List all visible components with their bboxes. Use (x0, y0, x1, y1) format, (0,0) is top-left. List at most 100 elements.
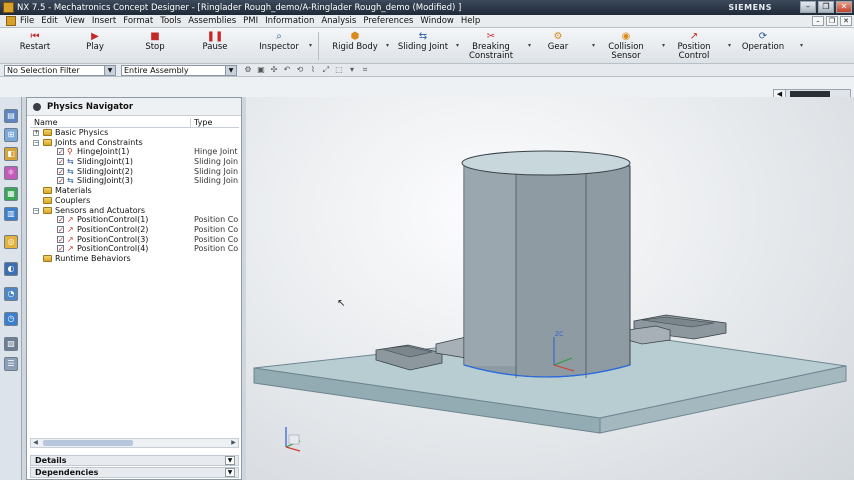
visibility-checkbox[interactable]: ✓ (57, 216, 64, 224)
restore-button[interactable]: ❐ (818, 1, 834, 13)
reuse-library-icon[interactable]: ▥ (4, 207, 18, 221)
filter-settings-icon[interactable]: ⚙ (243, 65, 253, 75)
doc-minimize-button[interactable]: – (812, 16, 824, 26)
tree-node-sensors-actuators[interactable]: − Sensors and Actuators (30, 206, 239, 216)
menu-preferences[interactable]: Preferences (363, 16, 413, 26)
breaking-dropdown-icon[interactable]: ▾ (528, 42, 531, 49)
tree-node-sliding-joint-2[interactable]: ✓ ⇆ SlidingJoint(2) Sliding Joint (30, 167, 239, 177)
history-icon[interactable]: ◔ (4, 287, 18, 301)
tree-node-materials[interactable]: Materials (30, 186, 239, 196)
constraint-navigator-icon[interactable]: ⊞ (4, 128, 18, 142)
scrollbar-thumb[interactable] (43, 440, 133, 446)
select-all-icon[interactable]: ▣ (256, 65, 266, 75)
grid-icon[interactable]: ⌗ (360, 65, 370, 75)
tree-node-position-control-2[interactable]: ✓ ↗ PositionControl(2) Position Control (30, 225, 239, 235)
column-divider[interactable] (190, 118, 191, 128)
collision-sensor-button[interactable]: ◉ Collision Sensor (600, 31, 652, 61)
expand-icon[interactable]: + (33, 130, 39, 136)
more-icon[interactable]: ▾ (347, 65, 357, 75)
position-control-dropdown-icon[interactable]: ▾ (728, 42, 731, 49)
graphics-viewport[interactable]: ZC ↖ (246, 97, 854, 480)
tree-node-joints-constraints[interactable]: − Joints and Constraints (30, 138, 239, 148)
palette-icon[interactable]: ▧ (4, 337, 18, 351)
part-navigator-icon[interactable]: ◧ (4, 147, 18, 161)
tree-node-runtime-behaviors[interactable]: Runtime Behaviors (30, 254, 239, 264)
details-section-header[interactable]: Details ▼ (30, 455, 239, 466)
doc-close-button[interactable]: ✕ (840, 16, 852, 26)
chevron-down-icon[interactable]: ▼ (225, 468, 235, 477)
roles-icon[interactable]: ☰ (4, 357, 18, 371)
box-select-icon[interactable]: ⬚ (334, 65, 344, 75)
lasso-icon[interactable]: ⌇ (308, 65, 318, 75)
selection-filter-dropdown[interactable]: No Selection Filter ▼ (4, 65, 116, 76)
menu-insert[interactable]: Insert (92, 16, 116, 26)
pan-icon[interactable]: ⤢ (321, 65, 331, 75)
tree-node-hinge-joint-1[interactable]: ✓ ⚲ HingeJoint(1) Hinge Joint (30, 147, 239, 157)
play-button[interactable]: ▶ Play (78, 31, 112, 61)
sequence-editor-icon[interactable]: ▦ (4, 187, 18, 201)
rotate-icon[interactable]: ⟲ (295, 65, 305, 75)
pin-icon[interactable] (33, 102, 41, 111)
position-control-button[interactable]: ↗ Position Control (670, 31, 718, 61)
scroll-left-icon[interactable]: ◀ (31, 439, 40, 447)
visibility-checkbox[interactable]: ✓ (57, 225, 64, 233)
menu-help[interactable]: Help (461, 16, 480, 26)
minimize-button[interactable]: – (800, 1, 816, 13)
close-button[interactable]: ✕ (836, 1, 852, 13)
visibility-checkbox[interactable]: ✓ (57, 245, 64, 253)
stop-button[interactable]: ■ Stop (138, 31, 172, 61)
inspector-button[interactable]: ⌕ Inspector (254, 31, 304, 61)
physics-navigator-icon[interactable]: ⚛ (4, 166, 18, 180)
hd3d-tools-icon[interactable]: ◎ (4, 235, 18, 249)
operation-dropdown-icon[interactable]: ▾ (800, 42, 803, 49)
snap-point-icon[interactable]: ✣ (269, 65, 279, 75)
gear-button[interactable]: ⚙ Gear (540, 31, 576, 61)
rigid-body-button[interactable]: ⬢ Rigid Body (328, 31, 382, 61)
menu-edit[interactable]: Edit (41, 16, 57, 26)
chevron-down-icon[interactable]: ▼ (225, 456, 235, 465)
tree-node-basic-physics[interactable]: + Basic Physics (30, 128, 239, 138)
visibility-checkbox[interactable]: ✓ (57, 148, 64, 156)
collision-dropdown-icon[interactable]: ▾ (662, 42, 665, 49)
collapse-icon[interactable]: − (33, 207, 39, 214)
collapse-icon[interactable]: − (33, 139, 39, 146)
inspector-dropdown-icon[interactable]: ▾ (309, 42, 312, 49)
operation-button[interactable]: ⟳ Operation (736, 31, 790, 61)
clock-icon[interactable]: ◷ (4, 312, 18, 326)
menu-window[interactable]: Window (420, 16, 454, 26)
tree-node-position-control-3[interactable]: ✓ ↗ PositionControl(3) Position Control (30, 235, 239, 245)
visibility-checkbox[interactable]: ✓ (57, 167, 64, 175)
menu-format[interactable]: Format (123, 16, 153, 26)
tree-node-sliding-joint-3[interactable]: ✓ ⇆ SlidingJoint(3) Sliding Joint (30, 176, 239, 186)
tree-node-position-control-1[interactable]: ✓ ↗ PositionControl(1) Position Control (30, 215, 239, 225)
sliding-joint-dropdown-icon[interactable]: ▾ (456, 42, 459, 49)
column-type-header[interactable]: Type (194, 118, 212, 127)
rigid-body-dropdown-icon[interactable]: ▾ (386, 42, 389, 49)
web-browser-icon[interactable]: ◐ (4, 262, 18, 276)
sliding-joint-button[interactable]: ⇆ Sliding Joint (393, 31, 453, 61)
menu-view[interactable]: View (65, 16, 85, 26)
visibility-checkbox[interactable]: ✓ (57, 235, 64, 243)
menu-assemblies[interactable]: Assemblies (188, 16, 236, 26)
tree-node-sliding-joint-1[interactable]: ✓ ⇆ SlidingJoint(1) Sliding Joint (30, 157, 239, 167)
undo-icon[interactable]: ↶ (282, 65, 292, 75)
tree-node-couplers[interactable]: Couplers (30, 196, 239, 206)
dependencies-section-header[interactable]: Dependencies ▼ (30, 467, 239, 478)
menu-pmi[interactable]: PMI (243, 16, 258, 26)
navigator-horizontal-scrollbar[interactable]: ◀ ▶ (30, 438, 239, 448)
breaking-constraint-button[interactable]: ✂ Breaking Constraint (465, 31, 517, 61)
menu-file[interactable]: File (20, 16, 34, 26)
selection-scope-dropdown[interactable]: Entire Assembly ▼ (121, 65, 237, 76)
doc-restore-button[interactable]: ❐ (826, 16, 838, 26)
gear-dropdown-icon[interactable]: ▾ (592, 42, 595, 49)
menu-information[interactable]: Information (265, 16, 314, 26)
visibility-checkbox[interactable]: ✓ (57, 177, 64, 185)
restart-button[interactable]: ⏮ Restart (14, 31, 56, 61)
pause-button[interactable]: ❚❚ Pause (197, 31, 233, 61)
scroll-right-icon[interactable]: ▶ (229, 439, 238, 447)
menu-tools[interactable]: Tools (160, 16, 181, 26)
tree-node-position-control-4[interactable]: ✓ ↗ PositionControl(4) Position Control (30, 244, 239, 254)
column-name-header[interactable]: Name (34, 118, 58, 127)
menu-analysis[interactable]: Analysis (321, 16, 356, 26)
visibility-checkbox[interactable]: ✓ (57, 158, 64, 166)
